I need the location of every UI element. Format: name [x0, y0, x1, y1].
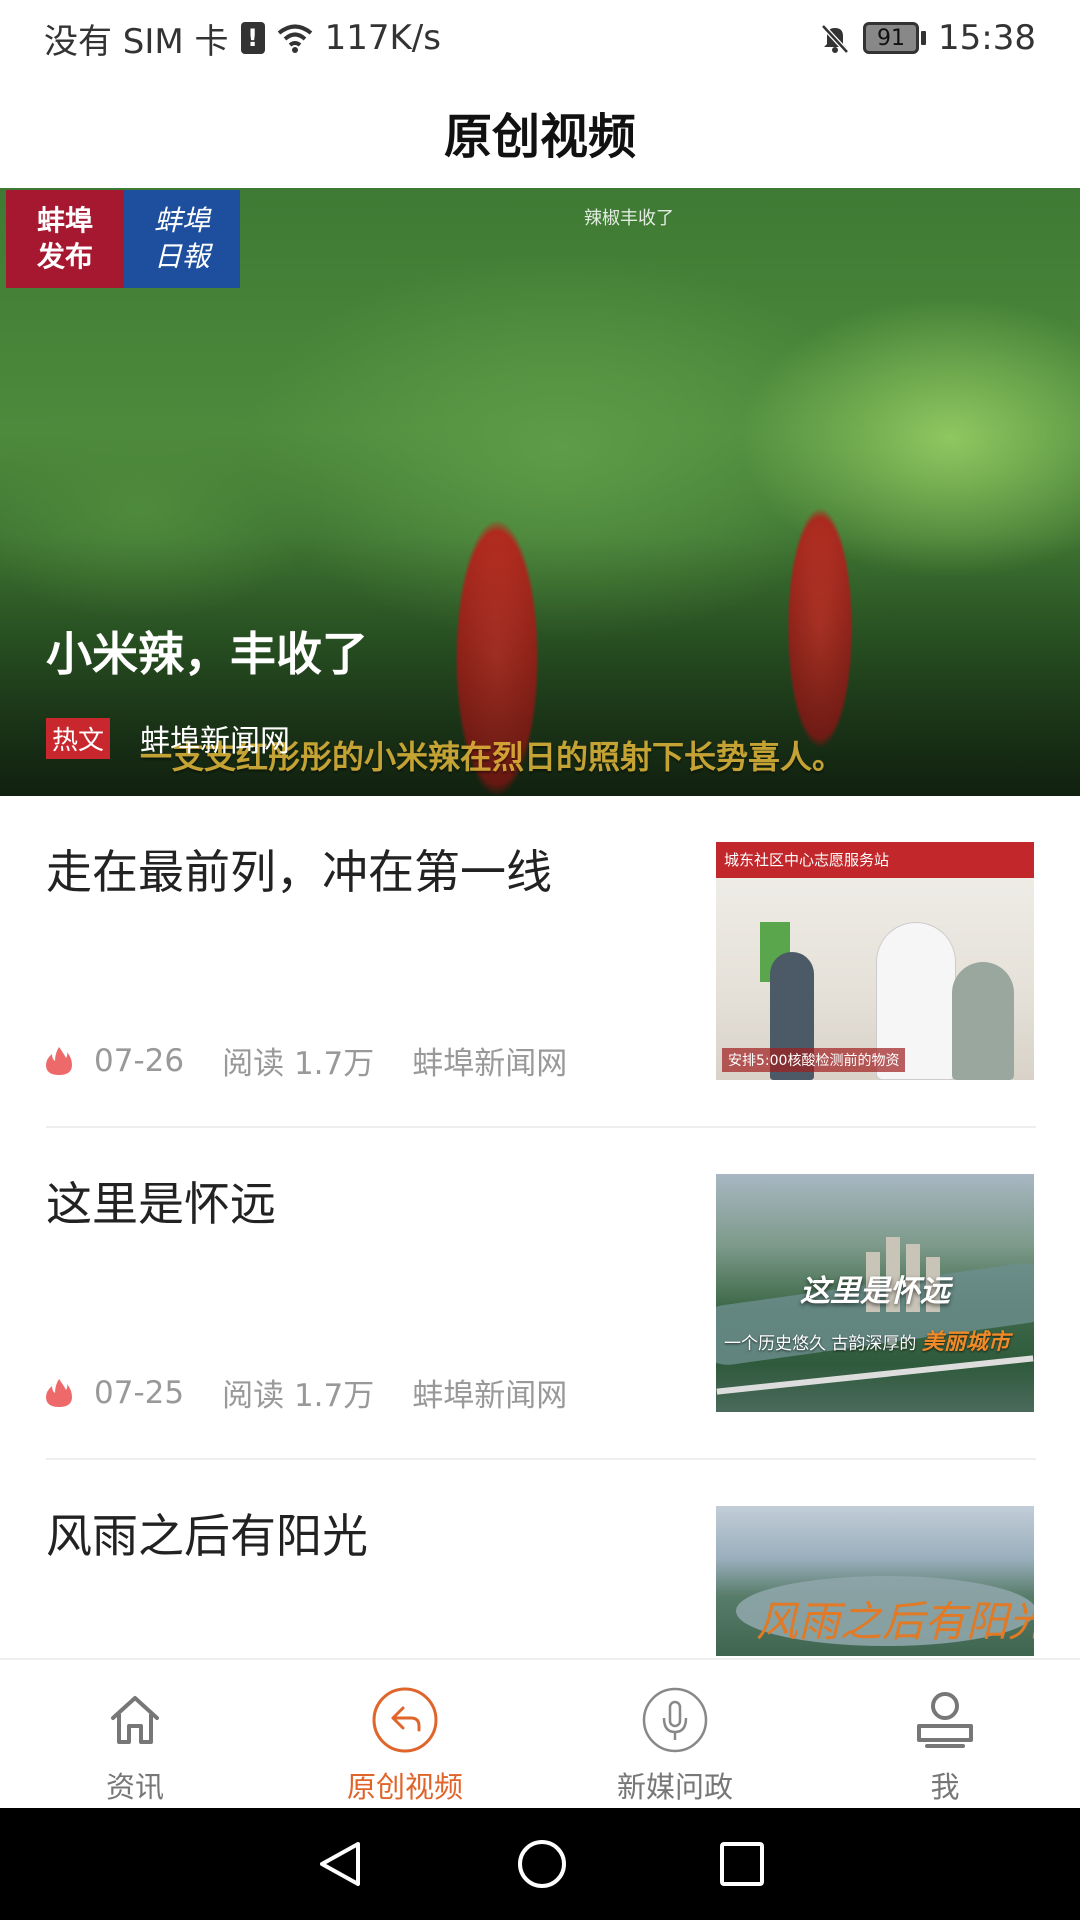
- news-source: 蚌埠新闻网: [412, 1046, 568, 1082]
- hot-tag-badge: 热文: [46, 717, 111, 759]
- video-top-caption: 辣椒丰收了: [584, 208, 674, 229]
- thumb-caption: 安排5:00核酸检测前的物资: [722, 1048, 906, 1072]
- news-thumbnail[interactable]: 风雨之后有阳光: [716, 1506, 1034, 1656]
- network-speed: 117K/s: [324, 18, 441, 58]
- nav-label-media-inquiry: 新媒问政: [616, 1770, 733, 1804]
- nav-item-original-video[interactable]: 原创视频: [270, 1660, 540, 1808]
- news-meta: 07-26 阅读 1.7万 蚌埠新闻网: [46, 1038, 567, 1083]
- nav-label-original-video: 原创视频: [346, 1770, 463, 1804]
- thumb-subtitle-em: 美丽城市: [921, 1329, 1010, 1355]
- thumb-shape: [716, 1355, 1034, 1395]
- nav-item-media-inquiry[interactable]: 新媒问政: [540, 1660, 810, 1808]
- news-reads: 阅读 1.7万: [222, 1046, 375, 1082]
- nav-label-me: 我: [930, 1770, 960, 1804]
- thumb-shape: [952, 962, 1014, 1080]
- news-title[interactable]: 风雨之后有阳光: [46, 1506, 666, 1566]
- battery-icon: 91: [863, 22, 927, 54]
- fire-icon: [46, 1378, 72, 1407]
- news-item[interactable]: 走在最前列，冲在第一线 07-26 阅读 1.7万 蚌埠新闻网 城东社区中心志愿…: [46, 796, 1036, 1128]
- hero-source: 蚌埠新闻网: [140, 724, 291, 759]
- news-item[interactable]: 这里是怀远 07-25 阅读 1.7万 蚌埠新闻网 这里是怀远 一个历史悠久 古…: [46, 1128, 1036, 1460]
- home-icon: [101, 1686, 169, 1754]
- thumb-subtitle: 一个历史悠久 古韵深厚的 美丽城市: [724, 1324, 1010, 1356]
- news-thumbnail[interactable]: 城东社区中心志愿服务站 安排5:00核酸检测前的物资: [716, 842, 1034, 1080]
- clock: 15:38: [938, 18, 1036, 58]
- logo-left-line2: 发布: [36, 240, 93, 273]
- mute-bell-icon: [821, 24, 849, 54]
- wifi-icon: [277, 24, 312, 53]
- thumb-banner-text: 城东社区中心志愿服务站: [716, 842, 1034, 878]
- hero-banner[interactable]: 蚌埠 发布 蚌埠 日報 辣椒丰收了 一支支红彤彤的小米辣在烈日的照射下长势喜人。…: [0, 188, 1080, 796]
- microphone-icon: [641, 1686, 709, 1754]
- sim-alert-icon: !: [240, 22, 265, 54]
- carrier-text: 没有 SIM 卡: [44, 21, 229, 62]
- news-title[interactable]: 这里是怀远: [46, 1174, 666, 1234]
- logo-bengbu-daily: 蚌埠 日報: [124, 190, 240, 288]
- fire-icon: [46, 1046, 72, 1075]
- news-date: 07-26: [94, 1042, 185, 1079]
- news-meta: 07-25 阅读 1.7万 蚌埠新闻网: [46, 1370, 567, 1415]
- hero-title[interactable]: 小米辣，丰收了: [46, 618, 368, 684]
- logo-right-line2: 日報: [153, 240, 210, 273]
- thumb-title: 这里是怀远: [800, 1274, 950, 1309]
- logo-left-line1: 蚌埠: [36, 204, 93, 237]
- status-bar: 没有 SIM 卡 ! 117K/s 91 15:38: [0, 0, 1080, 76]
- status-right: 91 15:38: [819, 18, 1036, 58]
- home-circle-icon[interactable]: [516, 1838, 568, 1890]
- bottom-nav: 资讯 原创视频 新媒问政 我: [0, 1658, 1080, 1808]
- news-thumbnail[interactable]: 这里是怀远 一个历史悠久 古韵深厚的 美丽城市: [716, 1174, 1034, 1412]
- publisher-logo: 蚌埠 发布 蚌埠 日報: [6, 190, 240, 288]
- nav-item-me[interactable]: 我: [810, 1660, 1080, 1808]
- news-source: 蚌埠新闻网: [412, 1378, 568, 1414]
- status-left: 没有 SIM 卡 ! 117K/s: [44, 14, 441, 63]
- video-return-icon: [371, 1686, 439, 1754]
- hero-meta: 热文 蚌埠新闻网: [46, 716, 290, 760]
- battery-level: 91: [863, 22, 920, 54]
- news-reads: 阅读 1.7万: [222, 1378, 375, 1414]
- recents-square-icon[interactable]: [718, 1840, 766, 1888]
- nav-item-news[interactable]: 资讯: [0, 1660, 270, 1808]
- thumb-subtitle-text: 一个历史悠久 古韵深厚的: [724, 1334, 917, 1354]
- news-title[interactable]: 走在最前列，冲在第一线: [46, 842, 666, 902]
- back-icon[interactable]: [314, 1838, 366, 1890]
- page-title: 原创视频: [443, 109, 636, 165]
- logo-bengbu-release: 蚌埠 发布: [6, 190, 124, 288]
- battery-tip: [921, 31, 927, 45]
- logo-right-line1: 蚌埠: [153, 204, 210, 237]
- nav-label-news: 资讯: [105, 1770, 164, 1804]
- system-nav-bar: [0, 1808, 1080, 1920]
- thumb-title: 风雨之后有阳光: [756, 1597, 1034, 1646]
- title-bar: 原创视频: [0, 76, 1080, 188]
- user-icon: [911, 1686, 979, 1754]
- news-date: 07-25: [94, 1374, 185, 1411]
